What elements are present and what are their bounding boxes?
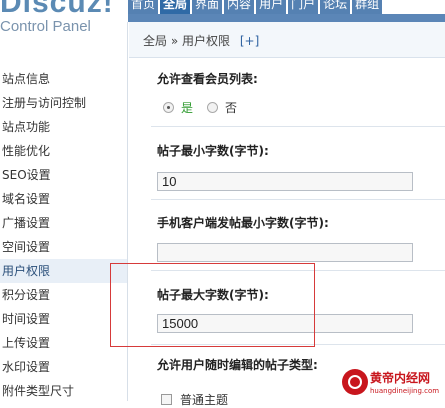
sidebar: 站点信息 注册与访问控制 站点功能 性能优化 SEO设置 域名设置 广播设置 空间设置 用户权限…: [0, 58, 128, 401]
nav-tab[interactable]: 群组: [352, 0, 383, 14]
breadcrumb-bar: 全局 » 用户权限 [+]: [129, 22, 445, 58]
sidebar-divider: [127, 22, 128, 401]
site-watermark: 黄帝内经网 huangdineijing.com: [340, 367, 445, 401]
nav-tab[interactable]: 论坛: [320, 0, 351, 14]
watermark-url: huangdineijing.com: [370, 387, 440, 395]
sidebar-item[interactable]: 站点功能: [0, 115, 128, 139]
sidebar-item[interactable]: 用户权限: [0, 259, 128, 283]
breadcrumb-root[interactable]: 全局: [143, 34, 167, 48]
min-post-label: 帖子最小字数(字节):: [157, 144, 269, 158]
breadcrumb: 全局 » 用户权限 [+]: [143, 32, 259, 49]
max-post-label: 帖子最大字数(字节):: [157, 288, 269, 302]
member-list-yes-radio[interactable]: [163, 102, 174, 113]
edit-type-normal-checkbox[interactable]: [161, 394, 172, 405]
nav-tab[interactable]: 首页: [128, 0, 159, 14]
sidebar-item[interactable]: 域名设置: [0, 187, 128, 211]
sidebar-item[interactable]: 空间设置: [0, 235, 128, 259]
sidebar-item[interactable]: 注册与访问控制: [0, 91, 128, 115]
top-nav: 首页 全局 界面 内容 用户 门户 论坛 群组: [128, 0, 384, 14]
discuz-logo: Discuz!: [0, 0, 114, 19]
member-list-yes-label[interactable]: 是: [181, 99, 193, 116]
edit-types-label: 允许用户随时编辑的帖子类型:: [157, 358, 318, 372]
edit-type-normal-label[interactable]: 普通主题: [180, 391, 228, 408]
mobile-min-post-input[interactable]: [157, 243, 413, 262]
breadcrumb-current: 用户权限: [182, 34, 231, 48]
sidebar-item[interactable]: 性能优化: [0, 139, 128, 163]
section-divider: [151, 199, 445, 200]
nav-tab[interactable]: 界面: [192, 0, 223, 14]
sidebar-item[interactable]: 站点信息: [0, 67, 128, 91]
sidebar-item[interactable]: 上传设置: [0, 331, 128, 355]
sidebar-item[interactable]: 水印设置: [0, 355, 128, 379]
min-post-input[interactable]: 10: [157, 172, 413, 191]
nav-tab[interactable]: 内容: [224, 0, 255, 14]
sidebar-item[interactable]: SEO设置: [0, 163, 128, 187]
member-list-label: 允许查看会员列表:: [157, 72, 258, 86]
section-divider: [151, 344, 445, 345]
nav-strip: [128, 14, 445, 22]
edit-type-normal-row: 普通主题: [161, 391, 228, 408]
breadcrumb-separator: »: [170, 34, 179, 48]
sidebar-item[interactable]: 时间设置: [0, 307, 128, 331]
sidebar-item[interactable]: 附件类型尺寸: [0, 379, 128, 403]
member-list-no-radio[interactable]: [207, 102, 219, 113]
sidebar-item[interactable]: 积分设置: [0, 283, 128, 307]
sidebar-item[interactable]: 广播设置: [0, 211, 128, 235]
add-shortcut-link[interactable]: [+]: [240, 34, 259, 48]
member-list-no-label[interactable]: 否: [225, 99, 237, 116]
control-panel-subtitle: Control Panel: [0, 18, 91, 35]
nav-tab[interactable]: 全局: [160, 0, 191, 14]
mobile-min-post-label: 手机客户端发帖最小字数(字节):: [157, 216, 329, 230]
watermark-seal-icon: [342, 369, 368, 395]
nav-tab[interactable]: 门户: [288, 0, 319, 14]
section-divider: [151, 126, 445, 127]
nav-tab[interactable]: 用户: [256, 0, 287, 14]
settings-form: 允许查看会员列表: 是 否 帖子最小字数(字节): 10 手机客户端发帖最小字数…: [129, 58, 445, 401]
max-post-input[interactable]: 15000: [157, 314, 413, 333]
section-divider: [151, 270, 445, 271]
watermark-title: 黄帝内经网: [370, 371, 431, 385]
member-list-radio-group: 是 否: [163, 99, 237, 116]
